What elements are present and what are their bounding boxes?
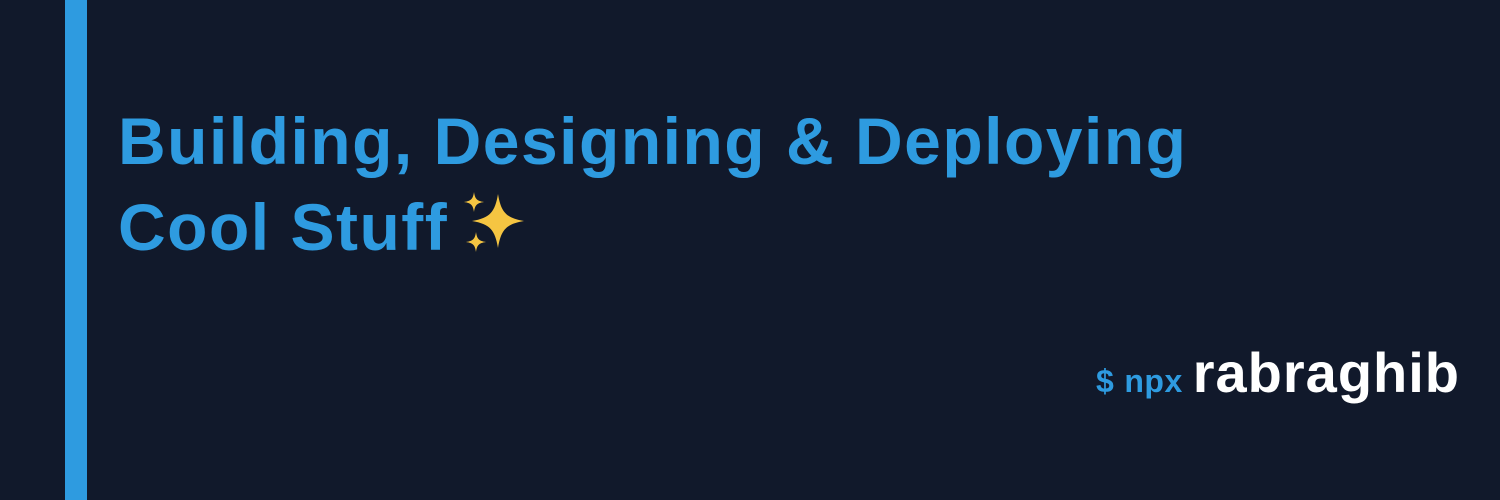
npx-label: npx [1124, 363, 1183, 399]
accent-bar [65, 0, 87, 500]
headline-line-2: Cool Stuff [118, 184, 1187, 270]
npx-command: $ npx rabraghib [1096, 340, 1460, 405]
prompt-symbol: $ [1096, 363, 1115, 399]
headline-line-2-text: Cool Stuff [118, 190, 449, 264]
package-name: rabraghib [1192, 341, 1460, 404]
headline-line-1: Building, Designing & Deploying [118, 104, 1188, 178]
command-prompt: $ npx [1096, 363, 1183, 400]
headline: Building, Designing & Deploying Cool Stu… [118, 98, 1187, 270]
sparkles-icon [464, 192, 525, 252]
